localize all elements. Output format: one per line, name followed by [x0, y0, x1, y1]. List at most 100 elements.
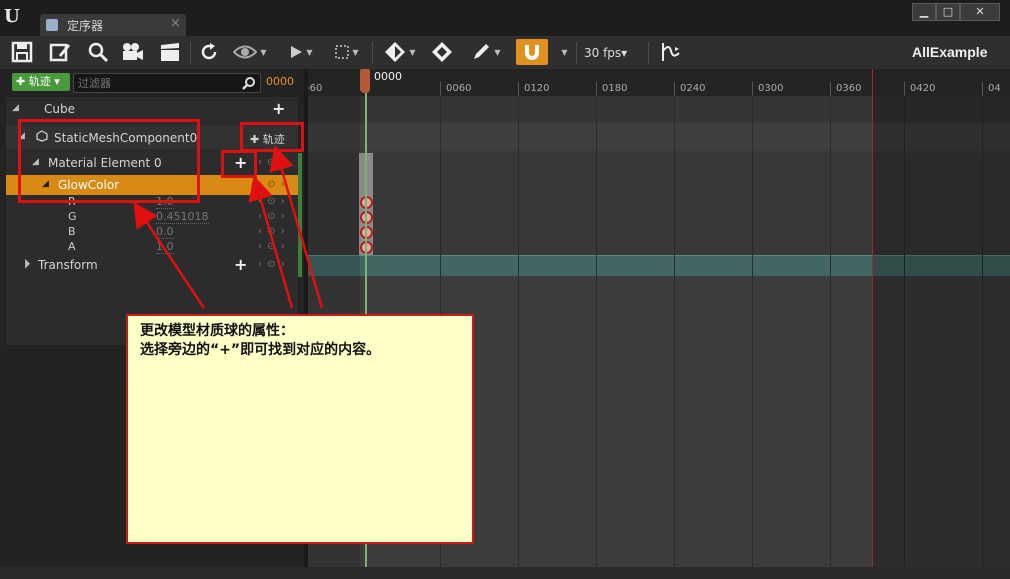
toolbar-separator — [648, 42, 649, 64]
section-color-strip — [298, 153, 302, 277]
ruler-tick-label: 0300 — [758, 83, 784, 94]
maximize-button[interactable]: □ — [936, 3, 960, 21]
ruler-tick — [752, 82, 753, 96]
add-track-label: ✚ 轨迹 ▾ — [16, 75, 60, 88]
close-window-button[interactable]: ✕ — [960, 3, 1000, 21]
toolbar: ▼ ▼ ▼ ▼ ▼ ▼ 30 fps▾ AllExample — [0, 36, 1010, 69]
tab-sequencer[interactable]: 定序器 × — [40, 14, 186, 36]
grid-line — [752, 96, 753, 579]
marquee-select-icon — [335, 45, 350, 59]
current-time-readout[interactable]: 0000 — [266, 75, 294, 88]
channel-row-a[interactable]: A 1.0 ‹ ⊙ › — [6, 240, 298, 255]
snap-options-dropdown[interactable]: ▼ — [556, 39, 570, 65]
track-label: Transform — [38, 258, 98, 272]
edit-mode-button[interactable]: ▼ — [466, 39, 506, 65]
ruler-tick-label: 0240 — [680, 83, 706, 94]
ruler-tick-label: 0060 — [446, 83, 472, 94]
ruler-tick — [830, 82, 831, 96]
pencil-icon — [474, 44, 490, 59]
key-navigation[interactable]: ‹ ⊙ › — [258, 196, 286, 207]
ruler-tick — [982, 82, 983, 96]
channel-value[interactable]: 1.0 — [156, 240, 174, 254]
add-icon[interactable]: + — [234, 255, 247, 274]
key-navigation[interactable]: ‹ ⊙ › — [258, 157, 286, 168]
annotation-line-1: 更改模型材质球的属性： — [140, 323, 294, 339]
channel-value[interactable]: 0.0 — [156, 225, 174, 239]
magnet-icon — [525, 45, 539, 60]
track-row-cube[interactable]: ◢ Cube + — [6, 99, 298, 119]
tab-label: 定序器 — [67, 19, 104, 33]
unreal-logo-icon: U — [4, 6, 20, 27]
key-navigation[interactable]: ‹ ⊙ › — [258, 259, 286, 270]
time-ruler[interactable]: -60 0060 0120 0180 0240 0300 0360 0420 0… — [308, 69, 1010, 96]
search-icon — [88, 42, 109, 63]
expand-arrow-icon[interactable]: ◢ — [12, 103, 19, 113]
add-track-button[interactable]: ✚ 轨迹 ▾ — [12, 73, 70, 91]
ruler-tick-label: 0360 — [836, 83, 862, 94]
filter-input[interactable] — [78, 74, 228, 92]
key-navigation[interactable]: ‹ ⊙ › — [258, 241, 286, 252]
add-icon[interactable]: + — [272, 99, 285, 118]
eye-icon — [233, 45, 258, 59]
key-navigation[interactable]: ‹ ⊙ › — [258, 179, 286, 190]
save-button[interactable] — [8, 39, 36, 65]
view-options-button[interactable]: ▼ — [230, 39, 270, 65]
minimize-button[interactable]: ▁ — [912, 3, 936, 21]
ruler-tick-label: 0420 — [910, 83, 936, 94]
frame-rate-dropdown[interactable]: 30 fps▾ — [584, 46, 627, 60]
playhead-handle[interactable] — [360, 69, 370, 93]
save-as-button[interactable] — [46, 39, 74, 65]
ruler-tick — [596, 82, 597, 96]
ruler-tick-label: 04 — [988, 83, 1001, 94]
auto-key-button[interactable] — [428, 39, 456, 65]
curve-editor-button[interactable] — [656, 39, 684, 65]
highlight-add-track-button — [240, 122, 304, 152]
snap-toggle-button[interactable] — [516, 39, 548, 65]
create-camera-button[interactable] — [118, 39, 146, 65]
selection-options-button[interactable]: ▼ — [330, 39, 364, 65]
annotation-note: 更改模型材质球的属性： 选择旁边的“+”即可找到对应的内容。 — [126, 314, 474, 544]
grid-line — [830, 96, 831, 579]
collapsed-arrow-icon[interactable]: ◢ — [19, 258, 31, 270]
key-navigation[interactable]: ‹ ⊙ › — [258, 226, 286, 237]
key-diamond-icon — [385, 42, 406, 62]
playhead-time-label: 0000 — [374, 70, 402, 83]
ruler-tick — [904, 82, 905, 96]
key-interpolation-button[interactable]: ▼ — [380, 39, 420, 65]
ruler-tick — [674, 82, 675, 96]
channel-row-g[interactable]: G 0.451018 ‹ ⊙ › — [6, 210, 298, 225]
save-icon — [11, 41, 33, 63]
restore-state-button[interactable] — [196, 39, 222, 65]
track-filter — [73, 73, 261, 93]
toolbar-separator — [190, 42, 191, 64]
bottom-transport-bar — [0, 567, 1010, 579]
ruler-tick-label: 0180 — [602, 83, 628, 94]
playback-options-button[interactable]: ▼ — [284, 39, 318, 65]
ruler-tick-label: -60 — [308, 83, 323, 94]
annotation-line-2: 选择旁边的“+”即可找到对应的内容。 — [140, 342, 381, 358]
highlight-add-icon — [221, 150, 257, 178]
track-label: Cube — [44, 102, 75, 116]
clapperboard-icon — [161, 43, 179, 61]
out-of-range-shade — [872, 96, 1010, 579]
channel-name: G — [68, 210, 77, 223]
toolbar-separator — [372, 42, 373, 64]
grid-line — [674, 96, 675, 579]
grid-line — [596, 96, 597, 579]
playback-end-marker[interactable] — [872, 69, 873, 579]
search-icon[interactable] — [242, 76, 256, 90]
render-movie-button[interactable] — [156, 39, 184, 65]
track-row-transform[interactable]: ◢ Transform + ‹ ⊙ › — [6, 255, 298, 275]
ruler-tick-label: 0120 — [524, 83, 550, 94]
channel-value[interactable]: 0.451018 — [156, 210, 209, 224]
camera-icon — [123, 43, 143, 60]
sequencer-tab-icon — [46, 19, 58, 31]
key-navigation[interactable]: ‹ ⊙ › — [258, 211, 286, 222]
refresh-icon — [201, 43, 217, 60]
tab-close-icon[interactable]: × — [170, 16, 181, 31]
move-keys-icon — [432, 42, 452, 62]
channel-row-b[interactable]: B 0.0 ‹ ⊙ › — [6, 225, 298, 240]
channel-name: B — [68, 225, 76, 238]
find-in-browser-button[interactable] — [84, 39, 112, 65]
play-icon — [291, 46, 303, 58]
